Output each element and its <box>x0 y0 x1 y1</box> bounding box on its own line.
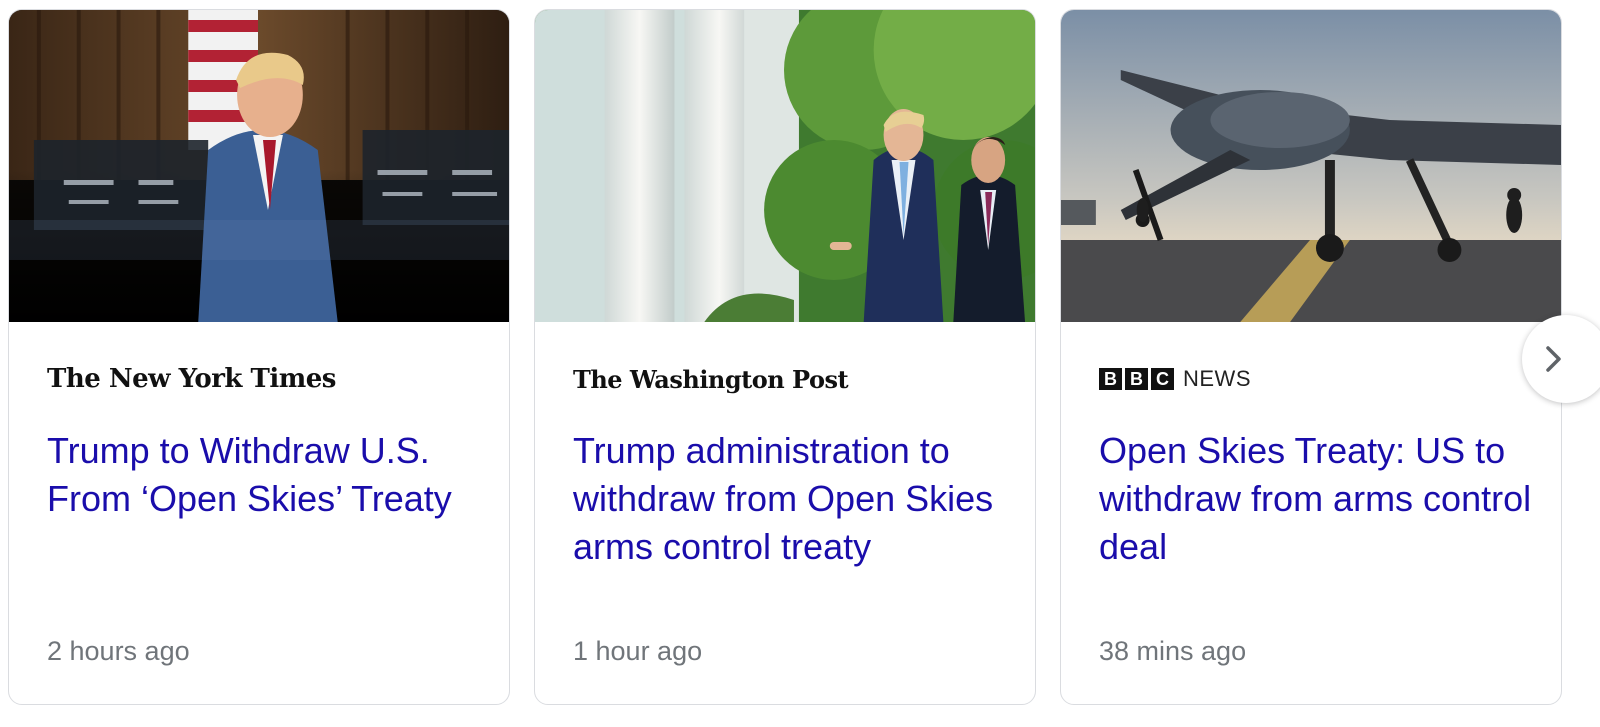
source-logo: The New York Times <box>47 362 336 396</box>
bbc-logo-letter: C <box>1151 368 1174 390</box>
bbc-logo-letter: B <box>1125 368 1148 390</box>
chevron-right-icon <box>1546 346 1561 372</box>
bbc-logo-letter: B <box>1099 368 1122 390</box>
headline-link[interactable]: Open Skies Treaty: US to withdraw from a… <box>1099 427 1539 571</box>
carousel-next-button[interactable] <box>1522 315 1600 403</box>
top-stories-carousel: The New York Times Trump to Withdraw U.S… <box>0 0 1600 727</box>
source-logo: The Washington Post <box>573 362 849 396</box>
news-thumbnail <box>9 10 509 322</box>
news-card-wapo[interactable]: The Washington Post Trump administration… <box>534 9 1036 705</box>
source-logo: B B C NEWS <box>1099 362 1251 396</box>
bbc-news-logo: B B C NEWS <box>1099 366 1251 392</box>
timestamp: 2 hours ago <box>47 636 190 666</box>
bbc-logo-word: NEWS <box>1183 366 1251 391</box>
news-thumbnail <box>1061 10 1561 322</box>
headline-link[interactable]: Trump administration to withdraw from Op… <box>573 427 1013 571</box>
news-card-bbc[interactable]: B B C NEWS Open Skies Treaty: US to with… <box>1060 9 1562 705</box>
news-card-nyt[interactable]: The New York Times Trump to Withdraw U.S… <box>8 9 510 705</box>
source-name: The Washington Post <box>573 364 849 394</box>
timestamp: 38 mins ago <box>1099 636 1247 666</box>
timestamp: 1 hour ago <box>573 636 703 666</box>
news-thumbnail <box>535 10 1035 322</box>
source-name: The New York Times <box>47 364 336 394</box>
headline-link[interactable]: Trump to Withdraw U.S. From ‘Open Skies’… <box>47 427 487 523</box>
